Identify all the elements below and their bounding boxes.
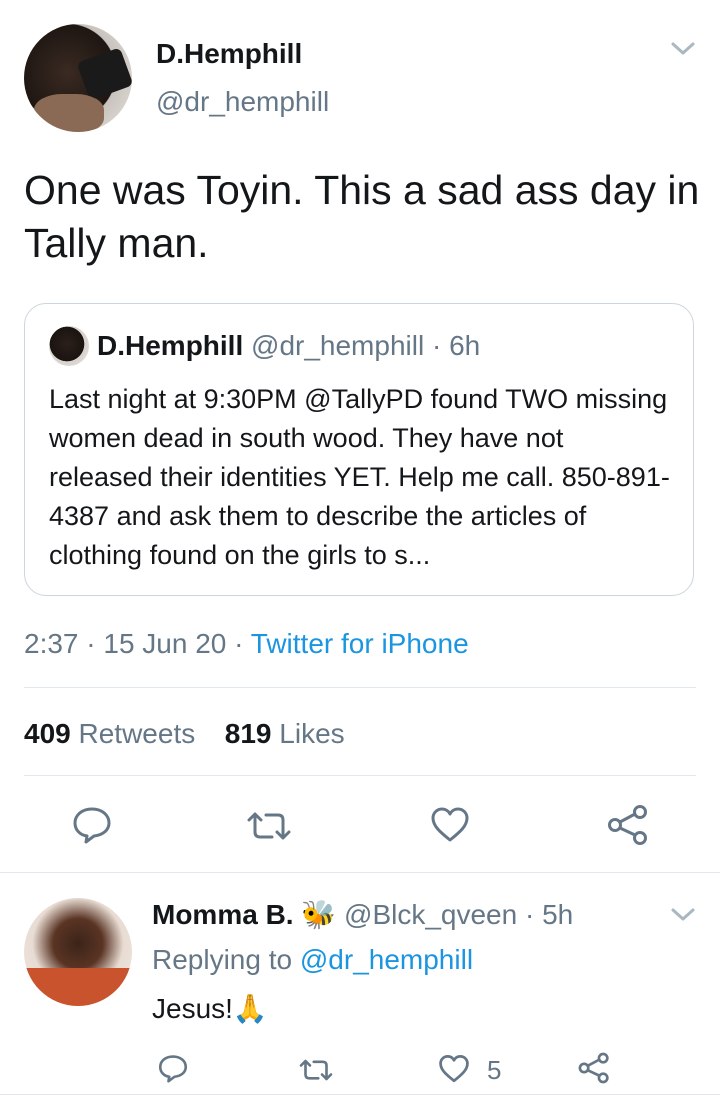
tweet-timestamp: 2:37 · 15 Jun 20 · bbox=[24, 628, 244, 659]
divider bbox=[24, 687, 696, 688]
reply-reply-icon[interactable] bbox=[158, 1054, 188, 1083]
quoted-author-handle: @dr_hemphill bbox=[251, 330, 425, 361]
bee-emoji: 🐝 bbox=[301, 899, 337, 930]
retweets-stat[interactable]: 409 Retweets bbox=[24, 718, 203, 749]
chevron-down-icon[interactable] bbox=[670, 40, 696, 58]
quoted-header: D.Hemphill @dr_hemphill · 6h bbox=[97, 330, 480, 362]
reply-chevron-down-icon[interactable] bbox=[670, 906, 696, 924]
like-icon[interactable] bbox=[430, 806, 470, 844]
share-icon[interactable] bbox=[607, 804, 649, 846]
reply-like-count: 5 bbox=[487, 1055, 502, 1085]
tweet-stats: 409 Retweets 819 Likes bbox=[24, 718, 345, 750]
likes-count: 819 bbox=[224, 718, 272, 749]
quoted-time: · 6h bbox=[431, 330, 481, 361]
quoted-text: Last night at 9:30PM @TallyPD found TWO … bbox=[49, 384, 670, 570]
divider bbox=[24, 775, 696, 776]
tweet-text: One was Toyin. This a sad ass day in Tal… bbox=[24, 167, 700, 266]
reply-share-icon[interactable] bbox=[578, 1052, 610, 1084]
replying-to: Replying to @dr_hemphill bbox=[152, 944, 473, 976]
reply-icon[interactable] bbox=[72, 806, 112, 844]
author-name[interactable]: D.Hemphill bbox=[156, 38, 302, 70]
reply-author-name[interactable]: Momma B. bbox=[152, 899, 294, 930]
quoted-author-name: D.Hemphill bbox=[97, 330, 244, 361]
reply-retweet-icon[interactable] bbox=[298, 1058, 334, 1082]
quoted-tweet[interactable]: D.Hemphill @dr_hemphill · 6h Last night … bbox=[24, 303, 694, 596]
reply-author-handle[interactable]: @Blck_qveen bbox=[344, 899, 517, 930]
reply-header: Momma B. 🐝 @Blck_qveen · 5h bbox=[152, 898, 573, 931]
reply-text: Jesus!🙏 bbox=[152, 993, 268, 1024]
retweets-label: Retweets bbox=[78, 718, 196, 749]
replying-prefix: Replying to bbox=[152, 944, 293, 975]
tweet-meta: 2:37 · 15 Jun 20 · Twitter for iPhone bbox=[24, 628, 469, 660]
divider bbox=[0, 872, 720, 873]
reply-author-avatar[interactable] bbox=[24, 898, 132, 1006]
divider bbox=[0, 1094, 720, 1095]
likes-stat[interactable]: 819 Likes bbox=[225, 718, 345, 749]
author-avatar[interactable] bbox=[24, 24, 132, 132]
retweets-count: 409 bbox=[24, 718, 71, 749]
retweet-icon[interactable] bbox=[245, 810, 293, 842]
tweet-source[interactable]: Twitter for iPhone bbox=[251, 628, 469, 659]
replying-handle[interactable]: @dr_hemphill bbox=[300, 944, 473, 975]
quoted-author-avatar bbox=[49, 326, 89, 366]
reply-time: · 5h bbox=[524, 899, 574, 930]
reply-like-icon[interactable] bbox=[438, 1054, 470, 1084]
likes-label: Likes bbox=[279, 718, 345, 749]
author-handle[interactable]: @dr_hemphill bbox=[156, 86, 329, 118]
